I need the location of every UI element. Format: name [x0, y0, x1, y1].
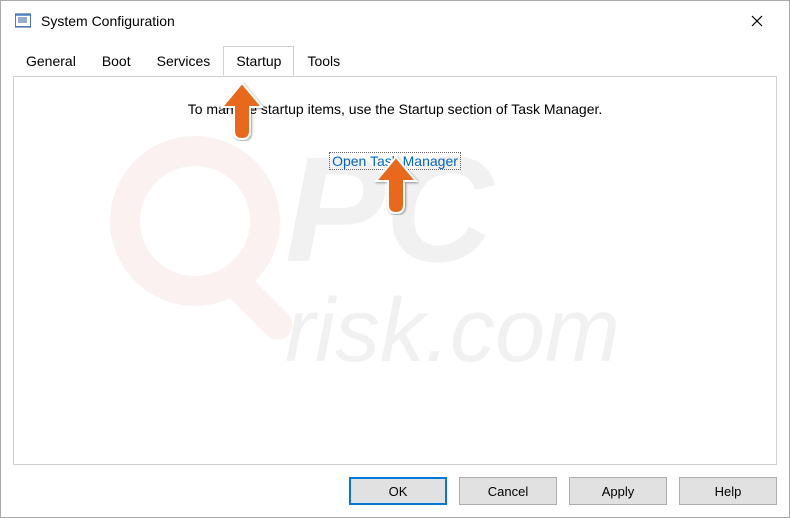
dialog-buttons: OK Cancel Apply Help — [349, 477, 777, 505]
app-icon — [15, 13, 31, 29]
tab-boot[interactable]: Boot — [89, 46, 144, 76]
panel-inner: To manage startup items, use the Startup… — [14, 77, 776, 171]
window-title: System Configuration — [41, 13, 735, 29]
tab-tools[interactable]: Tools — [294, 46, 353, 76]
tab-startup[interactable]: Startup — [223, 46, 294, 76]
apply-button[interactable]: Apply — [569, 477, 667, 505]
system-configuration-window: System Configuration General Boot Servic… — [0, 0, 790, 518]
svg-text:risk.com: risk.com — [285, 281, 620, 381]
tab-general[interactable]: General — [13, 46, 89, 76]
titlebar: System Configuration — [1, 1, 789, 41]
open-task-manager-link[interactable]: Open Task Manager — [330, 153, 460, 169]
cancel-button[interactable]: Cancel — [459, 477, 557, 505]
startup-message: To manage startup items, use the Startup… — [14, 101, 776, 117]
close-button[interactable] — [735, 6, 779, 36]
ok-button[interactable]: OK — [349, 477, 447, 505]
tab-strip: General Boot Services Startup Tools — [13, 45, 777, 75]
tab-services[interactable]: Services — [144, 46, 224, 76]
help-button[interactable]: Help — [679, 477, 777, 505]
content-area: General Boot Services Startup Tools PC r… — [13, 45, 777, 465]
startup-panel: PC risk.com To manage startup items, use… — [13, 76, 777, 465]
